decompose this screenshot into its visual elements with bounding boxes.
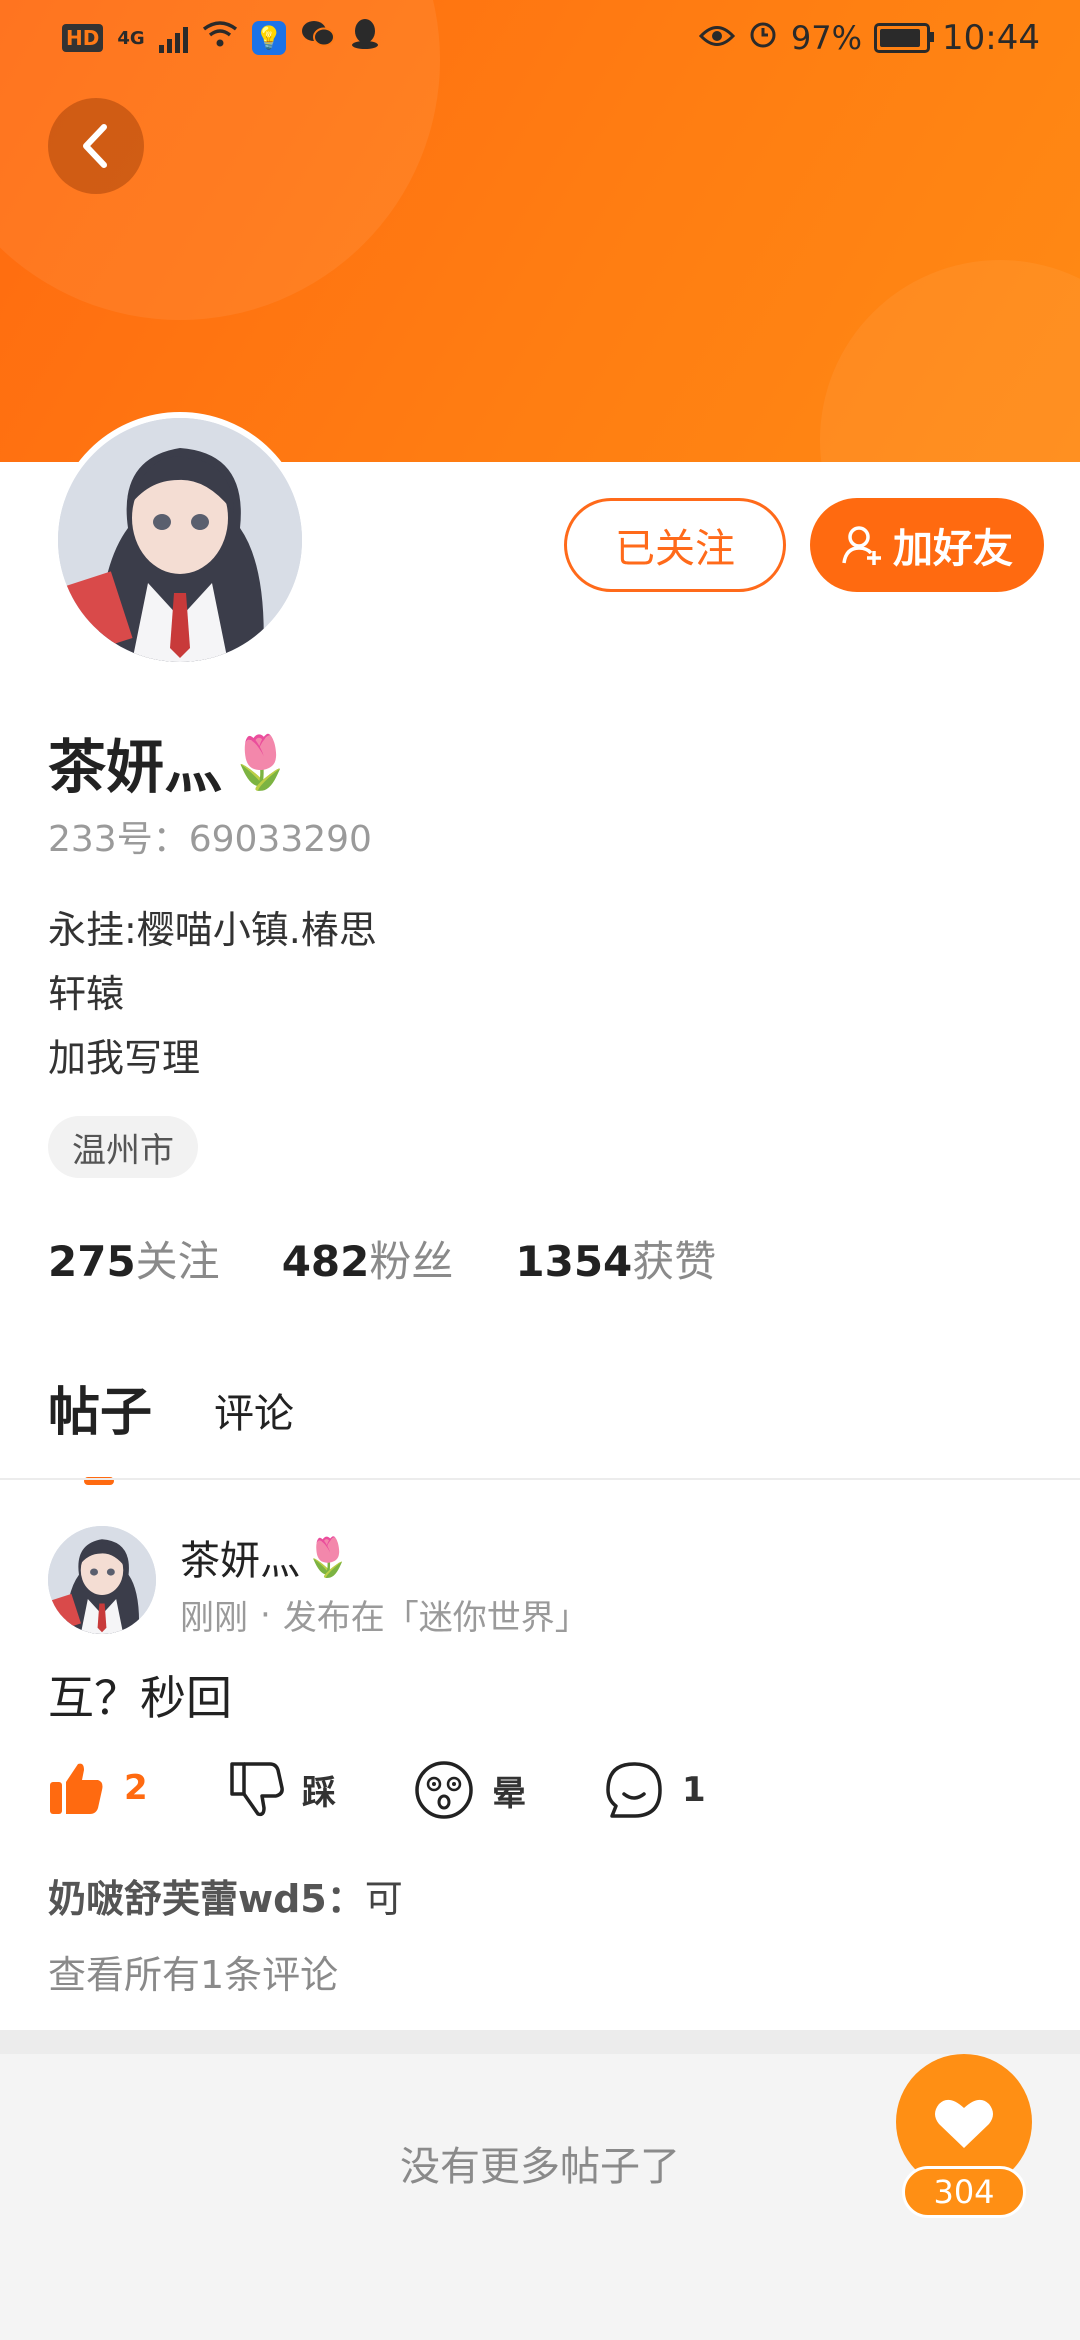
like-count: 2 (124, 1768, 148, 1808)
tab-posts[interactable]: 帖子 (48, 1370, 153, 1485)
post-time: 刚刚 (180, 1598, 248, 1638)
profile-id: 233号：69033290 (48, 819, 372, 860)
heart-icon (935, 2099, 993, 2148)
hd-icon: HD (62, 24, 104, 52)
tulip-emoji: 🌷 (304, 1534, 352, 1579)
add-user-icon (842, 526, 881, 565)
tulip-emoji: 🌷 (228, 732, 293, 793)
meta-dot: · (260, 1594, 271, 1635)
stat-label: 获赞 (632, 1237, 717, 1286)
profile-avatar[interactable] (52, 412, 308, 668)
post-meta: 刚刚 · 发布在「迷你世界」 (180, 1590, 589, 1639)
qq-icon (350, 18, 380, 58)
followed-button[interactable]: 已关注 (564, 498, 786, 592)
chevron-left-icon (83, 124, 107, 168)
post-content[interactable]: 互？秒回 (48, 1662, 232, 1728)
profile-stats: 275关注 482粉丝 1354获赞 (48, 1228, 716, 1289)
bio-line: 永挂:樱喵小镇.椿思 (48, 908, 377, 952)
post-actions: 2 踩 晕 1 (48, 1760, 1048, 1830)
post-author-label: 茶妍灬 (180, 1538, 300, 1584)
post-author-name[interactable]: 茶妍灬 🌷 (180, 1528, 351, 1586)
post-author-avatar[interactable] (48, 1526, 156, 1634)
profile-bio: 永挂:樱喵小镇.椿思 轩辕 加我写理 (48, 898, 377, 1090)
back-button[interactable] (48, 98, 144, 194)
divider (0, 1478, 1080, 1480)
heart-count-badge: 304 (902, 2166, 1026, 2218)
bulb-icon: 💡 (251, 21, 286, 55)
battery-percent: 97% (790, 19, 863, 57)
top-comment[interactable]: 奶啵舒芙蕾wd5：可 (48, 1868, 403, 1923)
top-comment-text: 可 (364, 1877, 403, 1921)
tab-posts-label: 帖子 (48, 1383, 153, 1443)
stat-number: 482 (281, 1237, 370, 1286)
status-bar: HD 4G 💡 97% 10:44 (0, 0, 1080, 76)
thumbs-down-icon (230, 1762, 284, 1817)
alarm-icon (747, 18, 779, 58)
tab-comments[interactable]: 评论 (214, 1381, 294, 1445)
wechat-icon (300, 19, 336, 57)
comment-button[interactable]: 1 (604, 1760, 706, 1820)
add-friend-label: 加好友 (893, 526, 1013, 572)
dislike-button[interactable]: 踩 (228, 1760, 336, 1818)
stat-label: 关注 (135, 1237, 220, 1286)
stat-following[interactable]: 275关注 (48, 1228, 220, 1289)
like-button[interactable]: 2 (48, 1760, 148, 1816)
add-friend-button[interactable]: 加好友 (810, 498, 1044, 592)
comment-count: 1 (682, 1770, 706, 1810)
eye-icon (698, 19, 735, 57)
network-type: 4G (117, 27, 145, 49)
stat-likes: 1354获赞 (515, 1228, 716, 1289)
dizzy-button[interactable]: 晕 (414, 1760, 526, 1820)
stat-followers[interactable]: 482粉丝 (282, 1228, 454, 1289)
bio-line: 轩辕 (48, 972, 125, 1016)
signal-icon (158, 23, 188, 53)
wifi-icon (202, 19, 238, 57)
post-published-in[interactable]: 发布在「迷你世界」 (283, 1590, 589, 1639)
location-tag: 温州市 (48, 1116, 198, 1178)
dislike-label: 踩 (302, 1772, 336, 1813)
dizzy-label: 晕 (492, 1773, 526, 1814)
top-comment-user: 奶啵舒芙蕾wd5： (48, 1877, 365, 1921)
stat-number: 1354 (515, 1237, 633, 1286)
battery-icon (874, 23, 935, 53)
followed-button-label: 已关注 (615, 526, 735, 572)
comment-icon (606, 1762, 662, 1818)
view-all-comments-link[interactable]: 查看所有1条评论 (48, 1944, 338, 1999)
profile-name-row: 茶妍灬 🌷 (48, 720, 293, 804)
thumbs-up-icon (50, 1763, 103, 1814)
stat-label: 粉丝 (369, 1237, 454, 1286)
profile-name: 茶妍灬 (48, 733, 223, 801)
content-tabs: 帖子 评论 (48, 1370, 294, 1485)
clock: 10:44 (942, 18, 1040, 58)
bio-line: 加我写理 (48, 1036, 201, 1080)
dizzy-face-icon (415, 1761, 473, 1819)
stat-number: 275 (48, 1237, 136, 1286)
